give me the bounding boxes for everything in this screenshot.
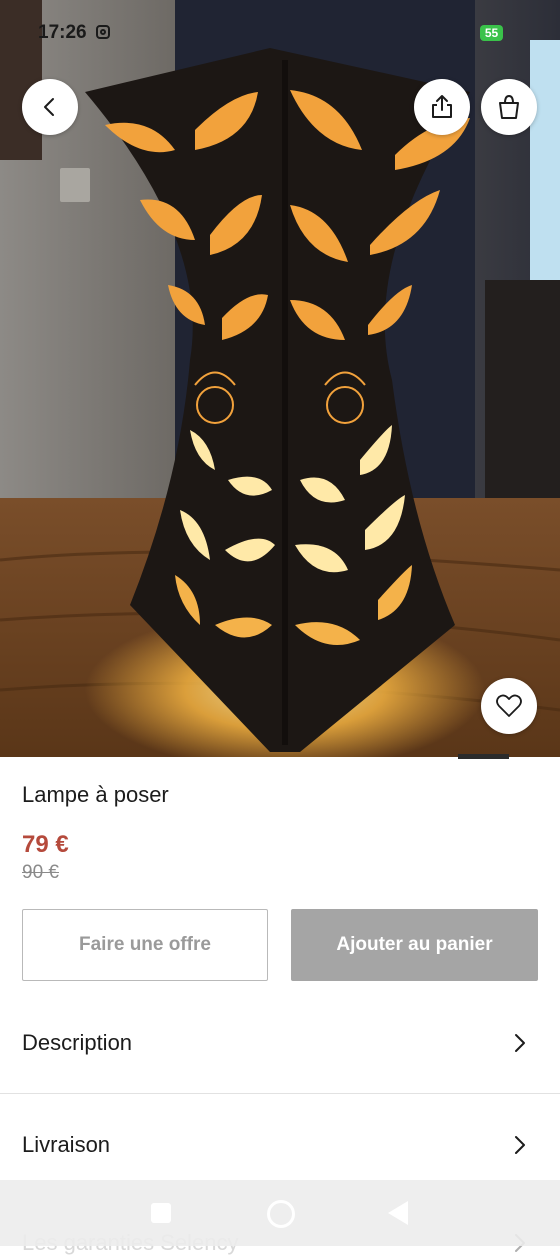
chevron-left-icon — [44, 98, 54, 116]
product-image[interactable]: 17:26 55 — [0, 0, 560, 757]
add-to-cart-button[interactable]: Ajouter au panier — [291, 909, 538, 981]
battery-indicator: 55 — [480, 25, 503, 41]
system-nav-bar — [0, 1180, 560, 1246]
lamp-photo — [0, 0, 560, 757]
make-offer-button[interactable]: Faire une offre — [22, 909, 268, 981]
recents-button[interactable] — [151, 1203, 171, 1223]
favorite-button[interactable] — [481, 678, 537, 734]
share-icon — [432, 95, 452, 118]
heart-icon — [496, 694, 522, 717]
status-bar: 17:26 55 — [0, 0, 560, 66]
chevron-right-icon — [515, 1136, 525, 1154]
product-old-price: 90 € — [22, 862, 59, 883]
back-button[interactable] — [22, 79, 78, 135]
product-price: 79 € — [22, 831, 69, 858]
instagram-icon — [96, 25, 110, 39]
system-back-button[interactable] — [388, 1201, 408, 1225]
section-livraison-label: Livraison — [22, 1132, 111, 1157]
product-title: Lampe à poser — [22, 782, 169, 807]
divider — [0, 1093, 560, 1094]
cart-button[interactable] — [481, 79, 537, 135]
status-time: 17:26 — [38, 22, 87, 43]
home-button[interactable] — [267, 1200, 295, 1228]
section-description-label: Description — [22, 1030, 133, 1055]
share-button[interactable] — [414, 79, 470, 135]
shopping-bag-icon — [499, 94, 519, 119]
section-description[interactable]: Description — [0, 996, 560, 1096]
carousel-indicator — [458, 754, 509, 759]
chevron-right-icon — [515, 1034, 525, 1052]
